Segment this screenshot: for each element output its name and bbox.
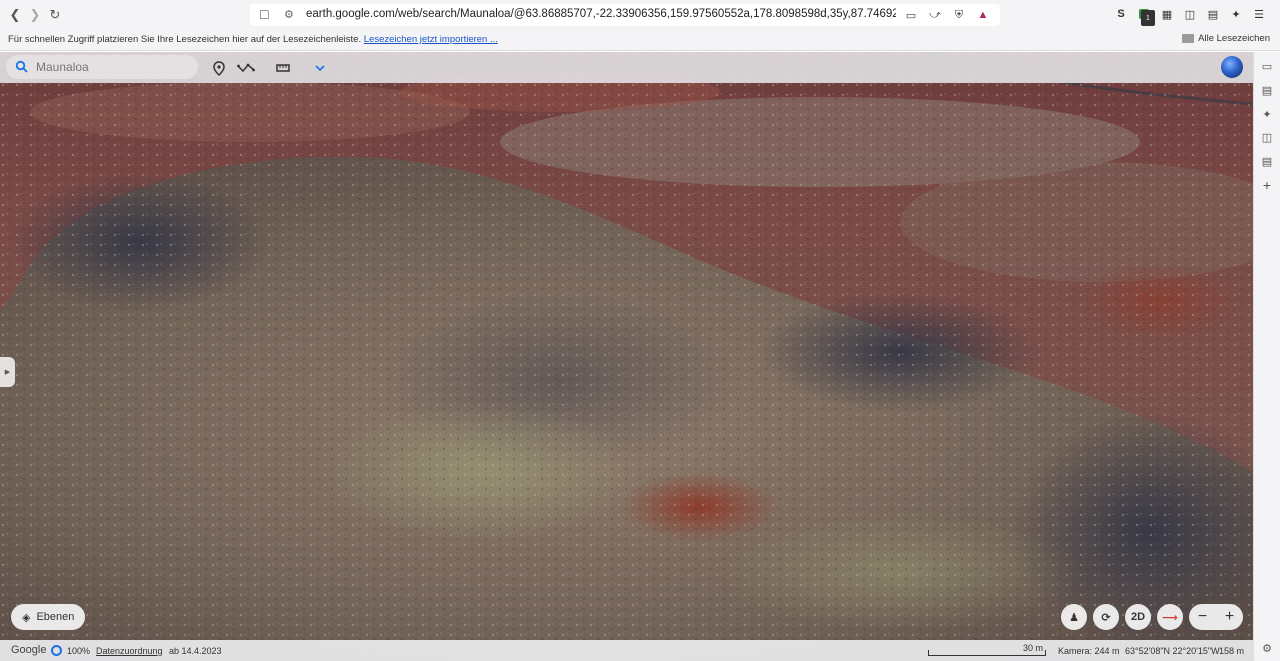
- add-panel-icon[interactable]: +: [1260, 177, 1274, 193]
- compass-icon: ⟶: [1162, 611, 1178, 624]
- search-input[interactable]: [36, 58, 186, 76]
- zoom-in-button[interactable]: +: [1225, 608, 1234, 626]
- wallet-sidebar-icon[interactable]: ▤: [1260, 83, 1274, 97]
- place-marker-icon[interactable]: [210, 59, 228, 77]
- address-bar-actions: ▭ ⤻ ⛨ ▲: [904, 7, 990, 23]
- status-bar: Google 100% Datenzuordnung ab 14.4.2023 …: [0, 640, 1253, 661]
- account-avatar[interactable]: [1221, 56, 1243, 78]
- bookmark-icon[interactable]: ☐: [259, 8, 270, 22]
- render-progress: 100%: [67, 646, 91, 656]
- expand-panel-button[interactable]: ▶: [0, 357, 15, 387]
- google-logo: Google: [11, 644, 47, 656]
- site-settings-icon[interactable]: ⚙: [284, 8, 294, 21]
- shield-icon[interactable]: ⛨: [952, 7, 966, 23]
- cast-icon[interactable]: ▭: [904, 7, 918, 23]
- address-bar[interactable]: ☐ ⚙ earth.google.com/web/search/Maunaloa…: [250, 4, 1000, 26]
- zoom-controls: − +: [1189, 604, 1243, 630]
- search-icon: [15, 60, 28, 73]
- view-2d-button[interactable]: 2D: [1125, 604, 1151, 630]
- earth-viewport[interactable]: ▶ ◈ Ebenen ♟ ⟳ 2D ⟶ − +: [0, 52, 1253, 661]
- folder-icon: [1182, 34, 1195, 43]
- forward-icon[interactable]: ❯: [25, 5, 45, 25]
- pegman-button[interactable]: ♟: [1061, 604, 1087, 630]
- sidebar-toggle-icon[interactable]: ◫: [1183, 6, 1197, 22]
- browser-toolbar: ❮ ❯ ↻ ☐ ⚙ earth.google.com/web/search/Ma…: [0, 0, 1280, 30]
- browser-sidebar: ▭ ▤ ✦ ◫ ▤ + ⚙: [1253, 52, 1280, 661]
- extension-badge-count: 1: [1141, 10, 1155, 26]
- ruler-icon[interactable]: [274, 59, 292, 77]
- path-icon[interactable]: [236, 59, 256, 77]
- layers-icon: ◈: [22, 611, 31, 624]
- layers-label: Ebenen: [36, 611, 75, 623]
- zoom-out-button[interactable]: −: [1198, 608, 1207, 626]
- url-text[interactable]: earth.google.com/web/search/Maunaloa/@63…: [306, 8, 896, 20]
- layers-button[interactable]: ◈ Ebenen: [11, 604, 85, 630]
- rotate-button[interactable]: ⟳: [1093, 604, 1119, 630]
- extension-badge-icon[interactable]: 1: [1137, 6, 1155, 26]
- bookmarks-sidebar-icon[interactable]: ◫: [1260, 130, 1274, 144]
- leo-icon[interactable]: ✦: [1229, 6, 1243, 22]
- terrain-view[interactable]: [0, 52, 1253, 661]
- imagery-date: ab 14.4.2023: [169, 646, 222, 656]
- camera-altitude: Kamera: 244 m: [1058, 646, 1120, 656]
- chevron-down-icon[interactable]: [311, 59, 329, 77]
- bookmarks-bar: Für schnellen Zugriff platzieren Sie Ihr…: [0, 30, 1280, 51]
- leo-sidebar-icon[interactable]: ✦: [1260, 107, 1274, 121]
- all-bookmarks-button[interactable]: Alle Lesezeichen: [1182, 33, 1270, 44]
- extensions-area: S 1 ▦ ◫ ▤ ✦ ☰: [1114, 6, 1266, 26]
- puzzle-icon[interactable]: ▦: [1160, 6, 1174, 22]
- extension-s-icon[interactable]: S: [1114, 6, 1128, 22]
- wallet-icon[interactable]: ▤: [1206, 6, 1220, 22]
- earth-header: [0, 52, 1253, 83]
- rewards-icon[interactable]: ▲: [976, 7, 990, 23]
- settings-gear-icon[interactable]: ⚙: [1260, 641, 1274, 655]
- chevron-right-icon: ▶: [4, 369, 11, 376]
- import-bookmarks-link[interactable]: Lesezeichen jetzt importieren ...: [364, 34, 498, 45]
- search-box[interactable]: [6, 55, 198, 79]
- rotate-icon: ⟳: [1101, 611, 1111, 624]
- all-bookmarks-label: Alle Lesezeichen: [1198, 33, 1270, 44]
- share-icon[interactable]: ⤻: [928, 7, 942, 23]
- tabs-icon[interactable]: ▭: [1260, 59, 1274, 73]
- bookmarks-hint-text: Für schnellen Zugriff platzieren Sie Ihr…: [8, 34, 362, 45]
- reload-icon[interactable]: ↻: [45, 5, 65, 25]
- scale-label: 30 m: [1023, 643, 1044, 653]
- pegman-icon: ♟: [1069, 611, 1079, 624]
- back-icon[interactable]: ❮: [5, 5, 25, 25]
- elevation: 158 m: [1219, 646, 1245, 656]
- menu-icon[interactable]: ☰: [1252, 6, 1266, 22]
- loading-ring-icon: [51, 645, 62, 656]
- coordinates: 63°52'08"N 22°20'15"W: [1125, 646, 1220, 656]
- data-attribution-link[interactable]: Datenzuordnung: [96, 646, 163, 656]
- view-2d-label: 2D: [1130, 611, 1146, 623]
- bookmarks-hint: Für schnellen Zugriff platzieren Sie Ihr…: [8, 34, 498, 45]
- compass-button[interactable]: ⟶: [1157, 604, 1183, 630]
- reading-list-icon[interactable]: ▤: [1260, 154, 1274, 168]
